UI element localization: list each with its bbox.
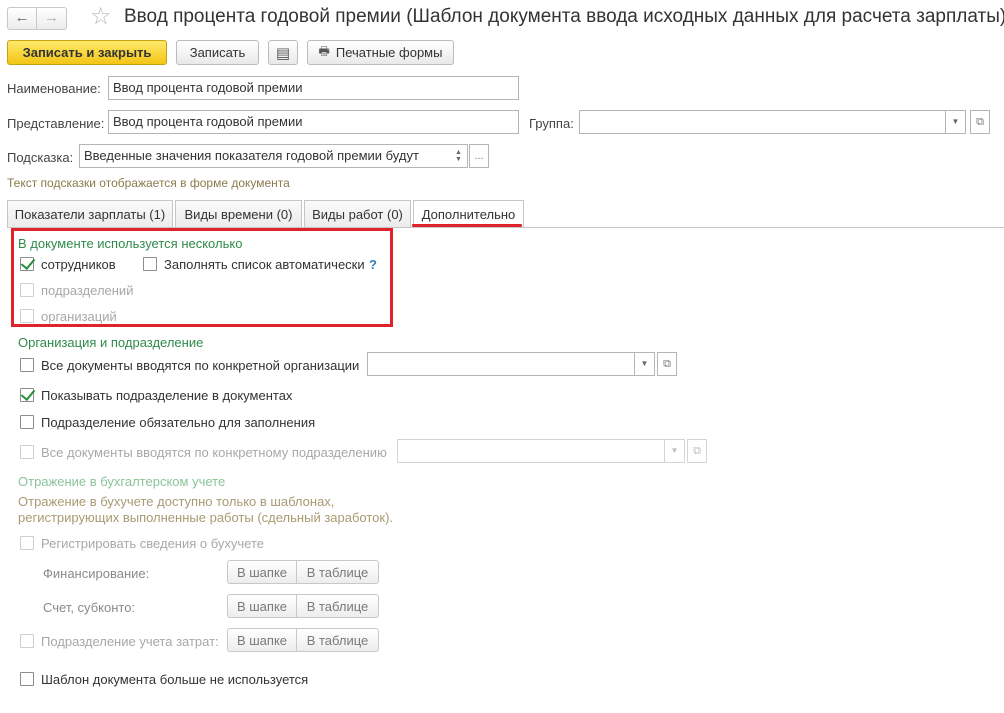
autofill-label: Заполнять список автоматически — [164, 257, 365, 272]
register-accounting-checkbox[interactable] — [20, 536, 34, 550]
open-icon: ⧉ — [976, 116, 984, 128]
all-by-department-label: Все документы вводятся по конкретному по… — [41, 445, 387, 460]
open-icon: ⧉ — [693, 445, 701, 457]
cost-dept-label: Подразделение учета затрат: — [41, 634, 219, 649]
spin-icon[interactable]: ▲▼ — [453, 146, 465, 166]
register-accounting-label: Регистрировать сведения о бухучете — [41, 536, 265, 551]
presentation-input[interactable]: Ввод процента годовой премии — [108, 110, 519, 134]
tab-salary-indicators[interactable]: Показатели зарплаты (1) — [7, 200, 173, 227]
cost-dept-in-table-button[interactable]: В таблице — [297, 628, 379, 652]
tab-work-types[interactable]: Виды работ (0) — [304, 200, 411, 227]
template-unused-checkbox[interactable] — [20, 672, 34, 686]
presentation-label: Представление: — [7, 116, 105, 131]
hint-value: Введенные значения показателя годовой пр… — [84, 148, 419, 163]
group-label: Группа: — [529, 116, 574, 131]
multi-section-header: В документе используется несколько — [18, 236, 243, 251]
department-dropdown-button[interactable]: ▼ — [665, 439, 685, 463]
show-department-label: Показывать подразделение в документах — [41, 388, 293, 403]
print-forms-button[interactable]: 🖶 Печатные формы — [307, 40, 454, 65]
star-icon[interactable]: ☆ — [90, 4, 112, 30]
organizations-label: организаций — [41, 309, 117, 324]
group-input[interactable] — [579, 110, 946, 134]
back-button[interactable]: ← — [7, 7, 37, 30]
print-forms-label: Печатные формы — [335, 45, 443, 60]
org-section-header: Организация и подразделение — [18, 335, 204, 350]
employees-label: сотрудников — [41, 257, 116, 272]
cost-dept-in-header-button[interactable]: В шапке — [227, 628, 297, 652]
department-open-button[interactable]: ⧉ — [687, 439, 707, 463]
help-icon[interactable]: ? — [369, 257, 377, 272]
financing-in-table-button[interactable]: В таблице — [297, 560, 379, 584]
ellipsis-icon: ... — [474, 150, 484, 162]
all-by-department-checkbox[interactable] — [20, 445, 34, 459]
arrow-right-icon: → — [44, 9, 59, 26]
group-open-button[interactable]: ⧉ — [970, 110, 990, 134]
all-by-org-label: Все документы вводятся по конкретной орг… — [41, 358, 360, 373]
department-input[interactable] — [397, 439, 665, 463]
group-dropdown-button[interactable]: ▼ — [946, 110, 966, 134]
save-button[interactable]: Записать — [176, 40, 259, 65]
all-by-org-checkbox[interactable] — [20, 358, 34, 372]
departments-label: подразделений — [41, 283, 134, 298]
list-button[interactable]: ▤ — [268, 40, 298, 65]
hint-input[interactable]: Введенные значения показателя годовой пр… — [79, 144, 468, 168]
account-label: Счет, субконто: — [43, 600, 136, 615]
cost-dept-checkbox[interactable] — [20, 634, 34, 648]
account-in-header-button[interactable]: В шапке — [227, 594, 297, 618]
save-and-close-button[interactable]: Записать и закрыть — [7, 40, 167, 65]
name-label: Наименование: — [7, 81, 101, 96]
accounting-section-header: Отражение в бухгалтерском учете — [18, 474, 226, 489]
arrow-left-icon: ← — [14, 9, 30, 26]
organization-dropdown-button[interactable]: ▼ — [635, 352, 655, 376]
tab-time-types[interactable]: Виды времени (0) — [175, 200, 302, 227]
show-department-checkbox[interactable] — [20, 388, 34, 402]
open-icon: ⧉ — [663, 358, 671, 370]
employees-checkbox[interactable] — [20, 257, 34, 271]
organization-open-button[interactable]: ⧉ — [657, 352, 677, 376]
department-required-checkbox[interactable] — [20, 415, 34, 429]
department-required-label: Подразделение обязательно для заполнения — [41, 415, 316, 430]
accounting-note-line2: регистрирующих выполненные работы (сдель… — [18, 510, 394, 525]
page-title: Ввод процента годовой премии (Шаблон док… — [124, 6, 1004, 27]
autofill-checkbox[interactable] — [143, 257, 157, 271]
chevron-down-icon: ▼ — [640, 359, 649, 368]
printer-icon: 🖶 — [318, 44, 330, 58]
list-icon: ▤ — [275, 44, 291, 62]
tab-active-underline — [412, 224, 522, 227]
chevron-down-icon: ▼ — [951, 117, 960, 126]
forward-button[interactable]: → — [37, 7, 67, 30]
name-input[interactable]: Ввод процента годовой премии — [108, 76, 519, 100]
hint-ellipsis-button[interactable]: ... — [469, 144, 489, 168]
financing-label: Финансирование: — [43, 566, 150, 581]
account-in-table-button[interactable]: В таблице — [297, 594, 379, 618]
hint-note: Текст подсказки отображается в форме док… — [7, 176, 290, 190]
hint-label: Подсказка: — [7, 150, 74, 165]
financing-in-header-button[interactable]: В шапке — [227, 560, 297, 584]
organizations-checkbox[interactable] — [20, 309, 34, 323]
template-unused-label: Шаблон документа больше не используется — [41, 672, 309, 687]
departments-checkbox[interactable] — [20, 283, 34, 297]
accounting-note-line1: Отражение в бухучете доступно только в ш… — [18, 494, 335, 509]
organization-input[interactable] — [367, 352, 635, 376]
chevron-down-icon: ▼ — [670, 446, 679, 455]
